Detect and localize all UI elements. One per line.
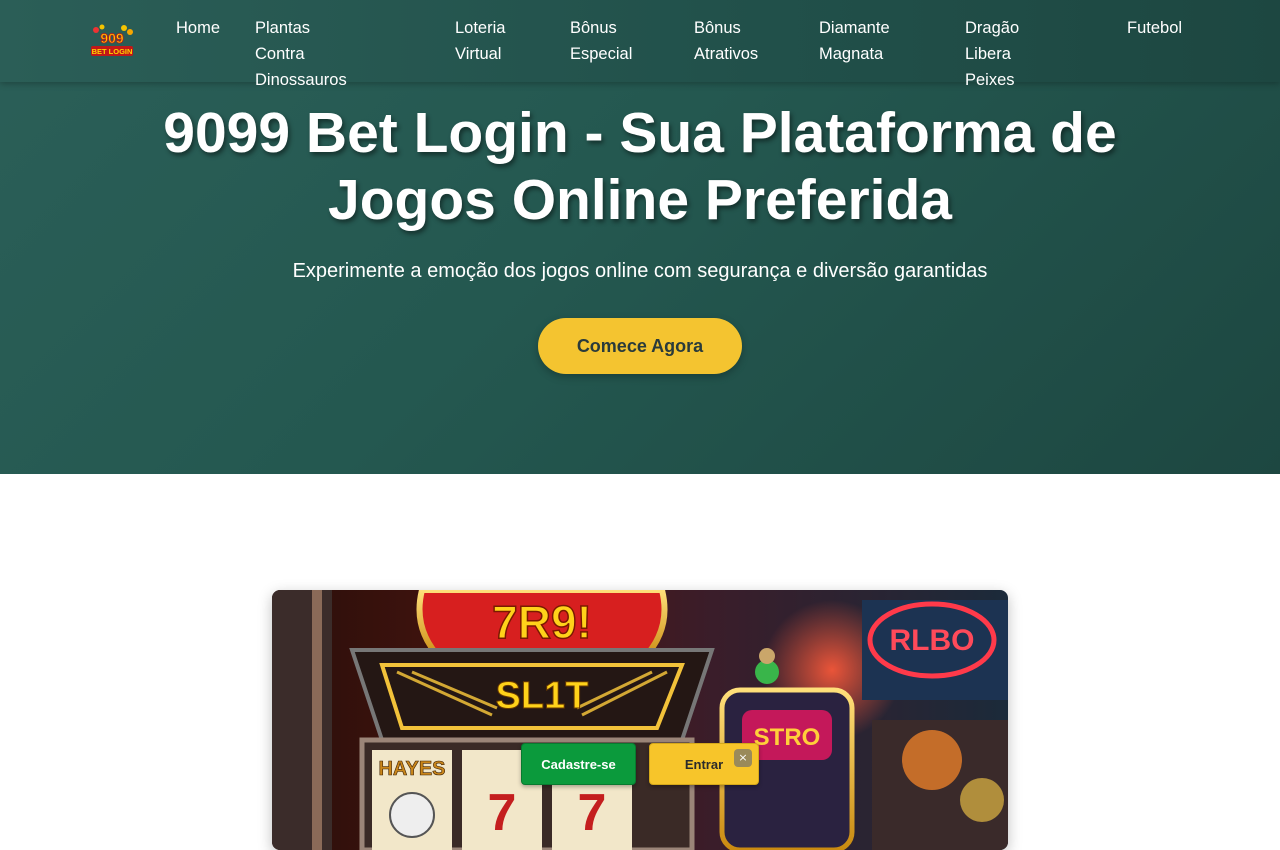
svg-text:7: 7 — [578, 784, 607, 842]
register-button[interactable]: Cadastre-se — [521, 743, 636, 785]
nav-item-bonus-especial[interactable]: Bônus Especial — [570, 15, 632, 67]
logo-text-bottom: BET LOGIN — [92, 47, 133, 56]
nav-item-dragao-libera-peixes[interactable]: Dragão Libera Peixes — [965, 15, 1019, 93]
start-now-button[interactable]: Comece Agora — [538, 318, 742, 374]
svg-text:7: 7 — [488, 784, 517, 842]
slot-machine-illustration: 7R9! SL1T HAYES 7 7 STRO RLBO — [272, 590, 1008, 850]
nav-item-diamante-magnata[interactable]: Diamante Magnata — [819, 15, 890, 67]
logo-text-top: 909 — [100, 30, 124, 46]
machine-lettering: STRO — [754, 724, 821, 751]
reel-lettering: HAYES — [378, 758, 445, 780]
neon-sign-lettering: RLBO — [890, 624, 975, 657]
slot-machine-image: 7R9! SL1T HAYES 7 7 STRO RLBO — [272, 590, 1008, 850]
hero-title: 9099 Bet Login - Sua Plataforma de Jogos… — [163, 101, 1117, 232]
nav-item-futebol[interactable]: Futebol — [1127, 15, 1182, 41]
sign-lettering-top: 7R9! — [492, 596, 592, 648]
nav-item-bonus-atrativos[interactable]: Bônus Atrativos — [694, 15, 758, 67]
site-header: 909 BET LOGIN Home Plantas Contra Dinossa… — [0, 0, 1280, 89]
nav-item-home[interactable]: Home — [176, 15, 220, 41]
sign-lettering-middle: SL1T — [496, 675, 589, 717]
hero-subtitle: Experimente a emoção dos jogos online co… — [292, 260, 988, 282]
site-logo[interactable]: 909 BET LOGIN — [88, 24, 136, 58]
close-icon[interactable]: × — [734, 749, 752, 767]
nav-item-plantas-contra-dinossauros[interactable]: Plantas Contra Dinossauros — [255, 15, 347, 93]
nav-item-loteria-virtual[interactable]: Loteria Virtual — [455, 15, 505, 67]
